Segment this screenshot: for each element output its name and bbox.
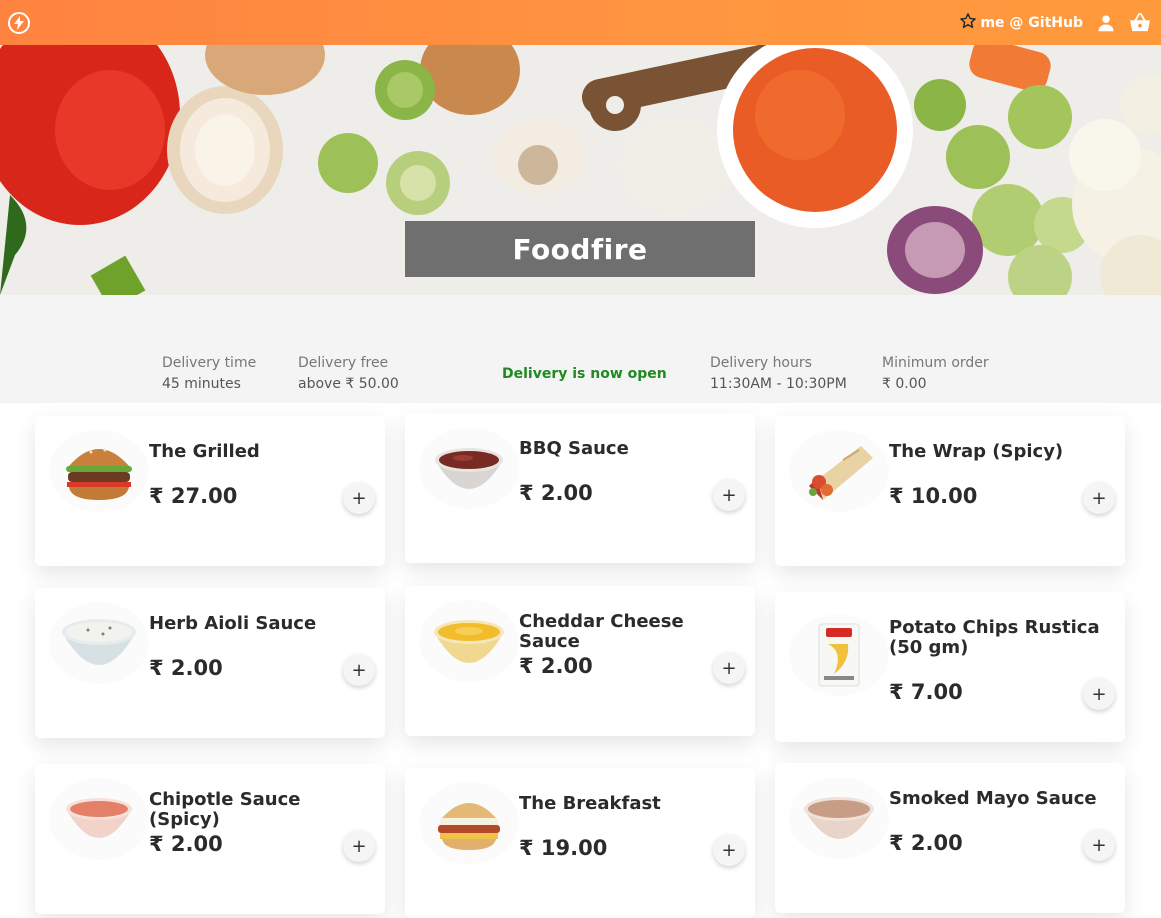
add-to-cart-button[interactable]: +: [1083, 829, 1115, 861]
item-price: ₹ 27.00: [149, 484, 238, 508]
item-price: ₹ 10.00: [889, 484, 978, 508]
delivery-free: Delivery free above ₹ 50.00: [298, 353, 399, 395]
top-navbar: me @ GitHub: [0, 0, 1161, 45]
delivery-time-label: Delivery time: [162, 355, 257, 371]
chipotle-sauce-bowl-icon: [49, 778, 149, 860]
add-to-cart-button[interactable]: +: [713, 479, 745, 511]
delivery-status: Delivery is now open: [502, 366, 667, 382]
github-link-label: me @ GitHub: [980, 14, 1083, 31]
page-title: Foodfire: [512, 232, 648, 266]
item-name: Cheddar Cheese Sauce: [519, 611, 684, 652]
lightning-bolt-icon[interactable]: [8, 11, 30, 34]
wrap-icon: [789, 430, 889, 512]
item-name: Smoked Mayo Sauce: [889, 788, 1097, 809]
delivery-time-value: 45 minutes: [162, 376, 241, 392]
delivery-hours-label: Delivery hours: [710, 355, 812, 371]
menu-item-card[interactable]: Chipotle Sauce (Spicy) ₹ 2.00 +: [35, 764, 385, 914]
shopping-basket-icon[interactable]: [1129, 12, 1151, 34]
item-name: The Grilled: [149, 441, 260, 462]
menu-item-card[interactable]: The Wrap (Spicy) ₹ 10.00 +: [775, 416, 1125, 566]
chips-bag-icon: [789, 614, 889, 696]
mayo-sauce-bowl-icon: [789, 777, 889, 859]
delivery-free-value: above ₹ 50.00: [298, 376, 399, 392]
add-to-cart-button[interactable]: +: [1083, 678, 1115, 710]
burger-icon: [49, 430, 149, 512]
menu-item-card[interactable]: Potato Chips Rustica (50 gm) ₹ 7.00 +: [775, 592, 1125, 742]
item-name: The Breakfast: [519, 793, 661, 814]
add-to-cart-button[interactable]: +: [1083, 482, 1115, 514]
item-name: BBQ Sauce: [519, 438, 629, 459]
item-price: ₹ 2.00: [149, 832, 223, 856]
item-price: ₹ 2.00: [519, 654, 593, 678]
add-to-cart-button[interactable]: +: [713, 652, 745, 684]
item-price: ₹ 2.00: [149, 656, 223, 680]
menu-item-card[interactable]: The Grilled ₹ 27.00 +: [35, 416, 385, 566]
cheese-sauce-bowl-icon: [419, 600, 519, 682]
delivery-free-label: Delivery free: [298, 355, 389, 371]
add-to-cart-button[interactable]: +: [343, 830, 375, 862]
delivery-time: Delivery time 45 minutes: [162, 353, 256, 395]
menu-item-card[interactable]: Cheddar Cheese Sauce ₹ 2.00 +: [405, 586, 755, 736]
item-name: Chipotle Sauce (Spicy): [149, 789, 301, 830]
item-price: ₹ 7.00: [889, 680, 963, 704]
delivery-hours-value: 11:30AM - 10:30PM: [710, 376, 847, 392]
item-price: ₹ 2.00: [519, 481, 593, 505]
add-to-cart-button[interactable]: +: [343, 654, 375, 686]
bbq-sauce-bowl-icon: [419, 427, 519, 509]
menu-item-card[interactable]: Smoked Mayo Sauce ₹ 2.00 +: [775, 763, 1125, 913]
minimum-order-label: Minimum order: [882, 355, 989, 371]
user-icon[interactable]: [1095, 12, 1117, 34]
add-to-cart-button[interactable]: +: [713, 834, 745, 866]
delivery-info-strip: Delivery time 45 minutes Delivery free a…: [0, 295, 1161, 403]
star-outline-icon: [959, 12, 977, 34]
top-right-actions: me @ GitHub: [959, 12, 1151, 34]
item-name: Potato Chips Rustica (50 gm): [889, 617, 1100, 658]
item-name: The Wrap (Spicy): [889, 441, 1064, 462]
minimum-order-value: ₹ 0.00: [882, 376, 927, 392]
breakfast-sandwich-icon: [419, 782, 519, 864]
add-to-cart-button[interactable]: +: [343, 482, 375, 514]
menu-item-card[interactable]: The Breakfast ₹ 19.00 +: [405, 768, 755, 918]
item-price: ₹ 19.00: [519, 836, 608, 860]
delivery-hours: Delivery hours 11:30AM - 10:30PM: [710, 353, 847, 395]
item-name: Herb Aioli Sauce: [149, 613, 317, 634]
item-price: ₹ 2.00: [889, 831, 963, 855]
minimum-order: Minimum order ₹ 0.00: [882, 353, 989, 395]
hero-title-box: Foodfire: [405, 221, 755, 277]
menu-item-card[interactable]: Herb Aioli Sauce ₹ 2.00 +: [35, 588, 385, 738]
menu-item-card[interactable]: BBQ Sauce ₹ 2.00 +: [405, 413, 755, 563]
herb-sauce-bowl-icon: [49, 602, 149, 684]
hero-banner: Foodfire: [0, 45, 1161, 295]
menu-grid: The Grilled ₹ 27.00 + BBQ Sauce ₹ 2.00 +…: [0, 403, 1161, 918]
github-link[interactable]: me @ GitHub: [959, 12, 1083, 34]
